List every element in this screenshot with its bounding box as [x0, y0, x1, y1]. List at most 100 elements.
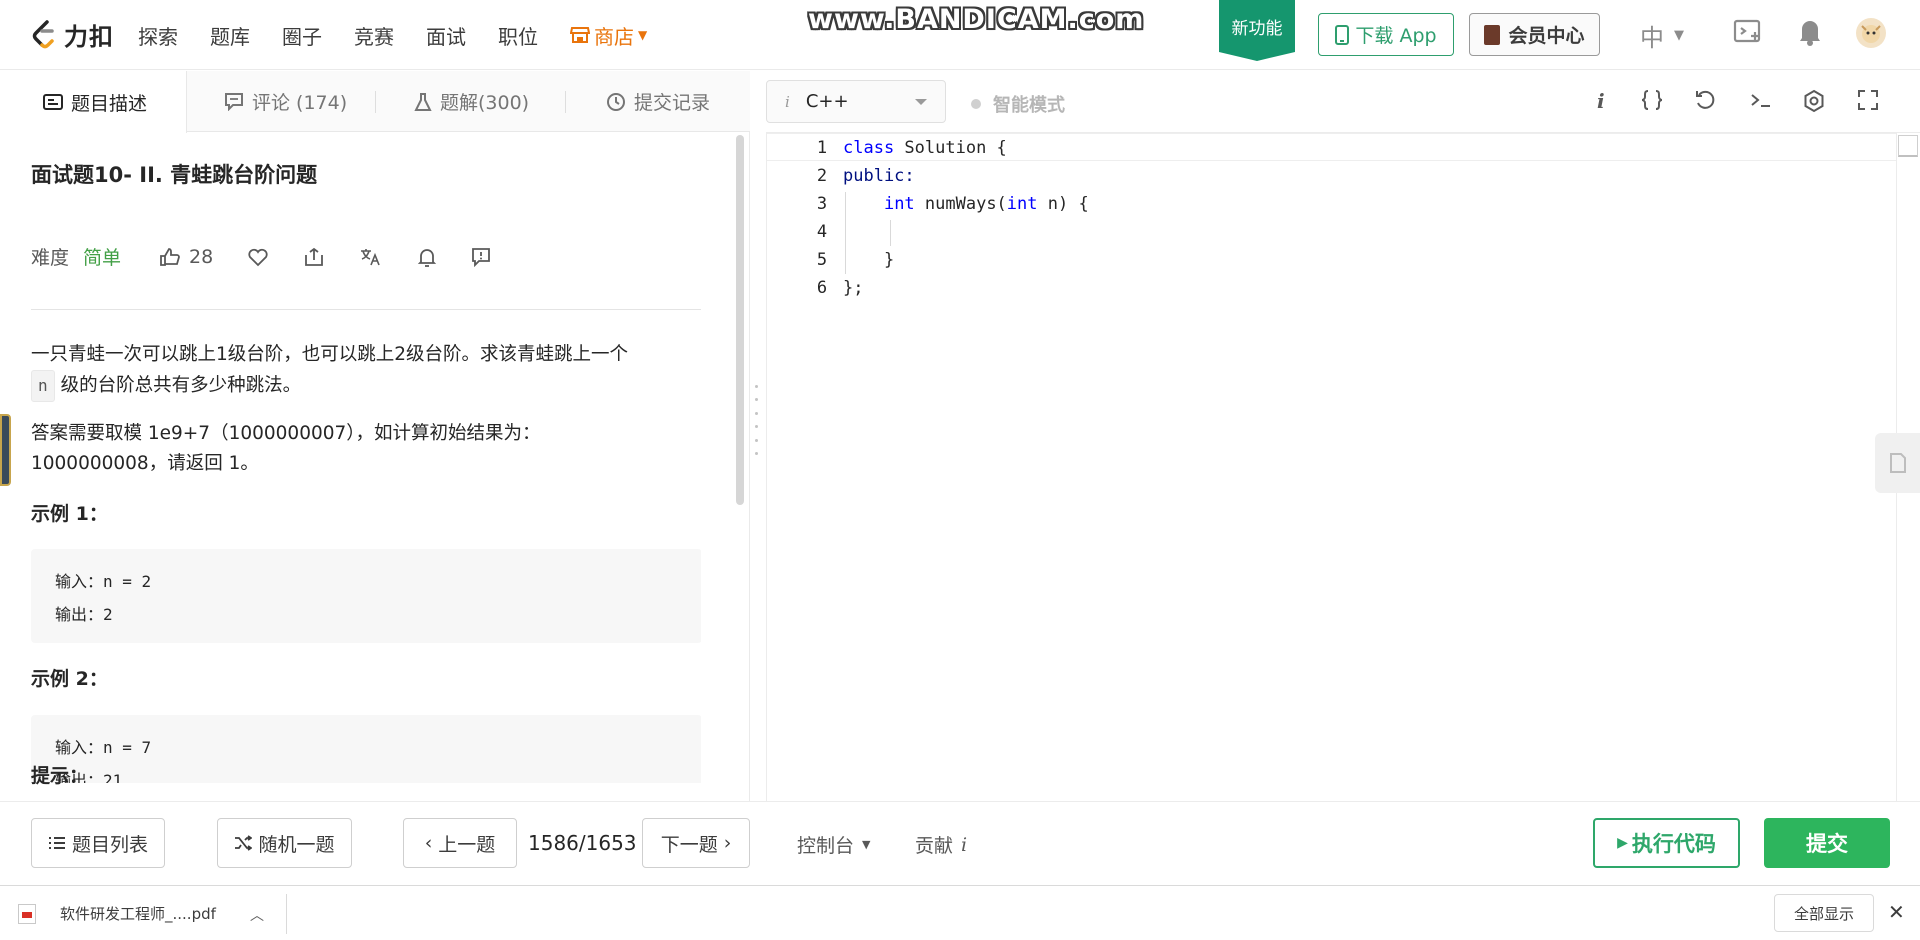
contribute-label: 贡献: [915, 835, 954, 857]
nav-contest[interactable]: 竞赛: [354, 21, 394, 50]
description-line-1: 一只青蛙一次可以跳上1级台阶，也可以跳上2级台阶。求该青蛙跳上一个: [31, 344, 629, 365]
code-fragment: Solution {: [894, 138, 1007, 158]
example-input: 输入： n = 2: [55, 565, 701, 598]
feedback-button[interactable]: [471, 247, 491, 267]
example-output: 输出： 2: [55, 598, 701, 631]
tab-submissions[interactable]: 提交记录: [606, 71, 710, 132]
reset-code-icon[interactable]: [1694, 89, 1716, 111]
code-line: 4: [767, 218, 1897, 246]
nav-problemset[interactable]: 题库: [210, 21, 250, 50]
console-toggle[interactable]: 控制台 ▼: [797, 831, 870, 858]
tab-separator: [565, 91, 566, 113]
settings-icon[interactable]: [1802, 89, 1826, 113]
feedback-icon: [472, 247, 491, 267]
vip-center-button[interactable]: 会员中心: [1469, 13, 1600, 56]
input-label: 输入：: [55, 572, 104, 591]
input-value: n = 2: [103, 572, 152, 591]
leetcode-logo[interactable]: 力扣: [30, 17, 114, 52]
smart-mode-toggle[interactable]: 智能模式: [971, 91, 1065, 117]
modulo-line-2: 1000000008，请返回 1。: [31, 453, 259, 474]
chevron-down-icon: ▼: [862, 838, 871, 851]
previous-problem-button[interactable]: ‹ 上一题: [403, 818, 517, 868]
logo-text: 力扣: [64, 23, 114, 51]
browser-download-bar: 软件研发工程师_....pdf ︿ 全部显示 ✕: [0, 885, 1920, 940]
language-select[interactable]: i C++: [766, 80, 946, 123]
next-problem-button[interactable]: 下一题 ›: [642, 818, 750, 868]
clock-icon: [607, 92, 625, 111]
nav-circle[interactable]: 圈子: [282, 21, 322, 50]
description-scrollbar[interactable]: [736, 135, 744, 505]
chevron-down-icon: [915, 99, 927, 105]
terminal-icon[interactable]: [1749, 89, 1773, 111]
thumbs-up-icon: [160, 247, 180, 266]
submit-button[interactable]: 提交: [1764, 818, 1890, 868]
chevron-right-icon: ›: [723, 832, 732, 854]
code-text: public:: [843, 166, 915, 186]
tab-solutions-label: 题解(300): [440, 92, 530, 114]
type-keyword: int: [883, 194, 915, 214]
download-app-label: 下载 App: [1355, 25, 1437, 47]
problem-list-button[interactable]: 题目列表: [31, 818, 165, 868]
user-avatar[interactable]: [1856, 18, 1886, 48]
editor-info-icon[interactable]: i: [1597, 89, 1605, 113]
format-braces-icon[interactable]: [1640, 89, 1664, 111]
note-float-icon[interactable]: [1875, 433, 1920, 493]
editor-overview-ruler[interactable]: [1898, 135, 1918, 157]
show-all-downloads-button[interactable]: 全部显示: [1774, 894, 1874, 932]
bell-outline-icon: [418, 248, 437, 267]
chevron-up-icon[interactable]: ︿: [250, 905, 264, 925]
modulo-line-1: 答案需要取模 1e9+7（1000000007），如计算初始结果为：: [31, 423, 541, 444]
keyword: class: [843, 138, 895, 158]
tab-description[interactable]: 题目描述: [0, 71, 187, 133]
random-problem-button[interactable]: 随机一题: [217, 818, 352, 868]
tab-solutions[interactable]: 题解(300): [414, 71, 529, 132]
contribute-button[interactable]: 贡献 i: [915, 831, 967, 858]
code-line: 5 }: [767, 246, 1897, 274]
smart-mode-dot: [971, 99, 981, 109]
next-problem-label: 下一题: [660, 833, 718, 856]
line-number: 6: [816, 278, 828, 298]
example-input: 输入： n = 7: [55, 731, 701, 764]
description-paragraph: 一只青蛙一次可以跳上1级台阶，也可以跳上2级台阶。求该青蛙跳上一个 n 级的台阶总…: [31, 340, 701, 402]
code-line: 3 int numWays(int n) {: [767, 190, 1897, 218]
panel-resize-handle[interactable]: [755, 385, 759, 455]
language-select-value: C++: [805, 91, 849, 112]
divider: [31, 309, 701, 310]
language-switcher[interactable]: 中 ▼: [1640, 18, 1684, 53]
heart-icon: [248, 248, 268, 266]
nav-explore[interactable]: 探索: [138, 21, 178, 50]
code-editor-panel: i C++ 智能模式 i 1 class Solution {2 public…: [766, 71, 1920, 802]
example-2-title: 示例 2：: [31, 668, 108, 690]
tab-comments-label: 评论 (174): [252, 92, 348, 114]
bell-icon[interactable]: [1798, 18, 1822, 46]
line-number: 4: [816, 222, 828, 242]
nav-shop[interactable]: 商店 ▼: [570, 21, 647, 50]
share-icon: [305, 247, 324, 266]
code-fragment: numWays(: [914, 194, 1007, 214]
new-feature-badge[interactable]: 新功能: [1219, 0, 1295, 61]
output-label: 输出：: [55, 605, 104, 624]
translate-button[interactable]: [359, 247, 383, 267]
nav-jobs[interactable]: 职位: [498, 21, 538, 50]
download-item[interactable]: 软件研发工程师_....pdf: [18, 886, 216, 940]
side-widget[interactable]: [0, 414, 11, 486]
nav-interview[interactable]: 面试: [426, 21, 466, 50]
tab-comments[interactable]: 评论 (174): [224, 71, 347, 132]
playground-icon[interactable]: [1733, 18, 1763, 46]
description-line-2: 级的台阶总共有多少种跳法。: [60, 375, 302, 396]
run-code-button[interactable]: ▶ 执行代码: [1593, 818, 1740, 868]
inline-code-n: n: [31, 370, 55, 402]
input-value: n = 7: [103, 738, 152, 757]
editor-toolbar: i C++ 智能模式 i: [766, 71, 1920, 132]
close-icon[interactable]: ✕: [1888, 900, 1905, 924]
fullscreen-icon[interactable]: [1857, 89, 1879, 111]
share-button[interactable]: [303, 247, 325, 267]
subscribe-button[interactable]: [417, 247, 437, 267]
problem-pager: 1586/1653: [528, 831, 637, 855]
code-editor[interactable]: 1 class Solution { 2 public: 3 int numWa…: [766, 132, 1920, 802]
favorite-button[interactable]: [247, 247, 269, 267]
random-problem-label: 随机一题: [258, 833, 335, 856]
download-app-button[interactable]: 下载 App: [1318, 13, 1454, 56]
like-button[interactable]: 28: [159, 246, 213, 268]
hint-title: 提示：: [31, 765, 89, 787]
